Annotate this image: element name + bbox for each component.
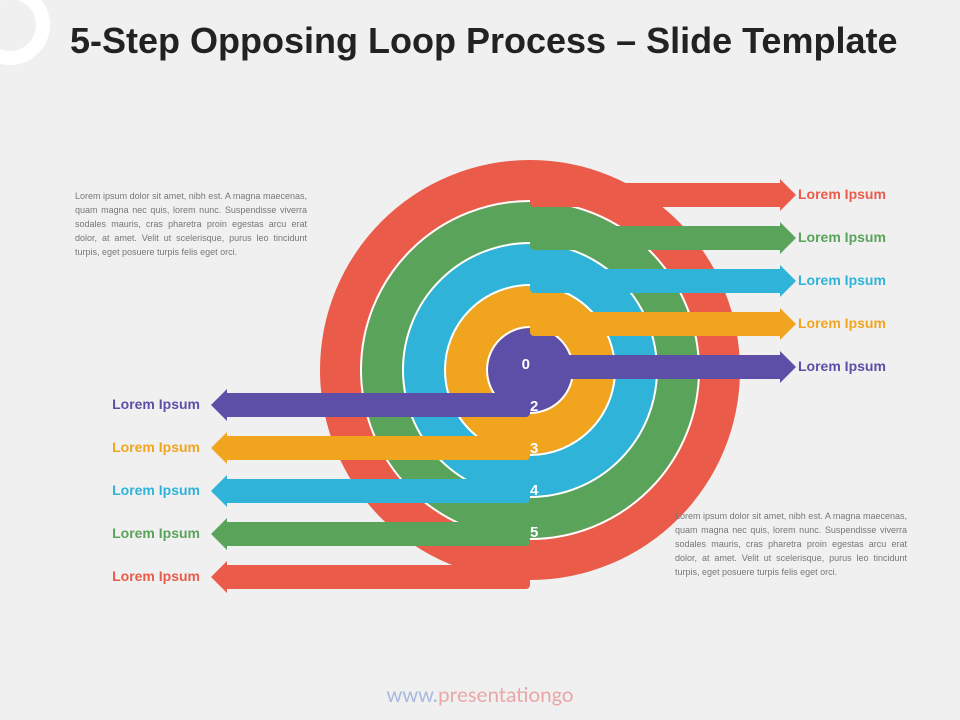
label-right-5: Lorem Ipsum	[798, 186, 886, 202]
arrow-right-1	[530, 355, 782, 379]
arrow-right-5	[530, 183, 782, 207]
description-bottom: Lorem ipsum dolor sit amet, nibh est. A …	[675, 510, 907, 580]
label-left-3: Lorem Ipsum	[80, 482, 200, 498]
arrow-right-4	[530, 226, 782, 250]
description-top: Lorem ipsum dolor sit amet, nibh est. A …	[75, 190, 307, 260]
label-left-5: Lorem Ipsum	[80, 568, 200, 584]
footer-pre: www.	[387, 681, 439, 708]
page-title: 5-Step Opposing Loop Process – Slide Tem…	[70, 20, 898, 61]
label-left-1: Lorem Ipsum	[80, 396, 200, 412]
label-right-3: Lorem Ipsum	[798, 272, 886, 288]
arrow-right-3	[530, 269, 782, 293]
arrow-left-4	[225, 522, 530, 546]
arrow-left-3	[225, 479, 530, 503]
arrow-left-5	[225, 565, 530, 589]
watermark-logo	[0, 0, 50, 65]
arrow-right-2	[530, 312, 782, 336]
label-right-4: Lorem Ipsum	[798, 229, 886, 245]
label-left-2: Lorem Ipsum	[80, 439, 200, 455]
label-left-4: Lorem Ipsum	[80, 525, 200, 541]
footer-mid: presentationgo	[438, 681, 573, 708]
footer-watermark: www.presentationgo	[0, 681, 960, 708]
arrow-left-2	[225, 436, 530, 460]
label-right-2: Lorem Ipsum	[798, 315, 886, 331]
arrow-left-1	[225, 393, 530, 417]
label-right-1: Lorem Ipsum	[798, 358, 886, 374]
